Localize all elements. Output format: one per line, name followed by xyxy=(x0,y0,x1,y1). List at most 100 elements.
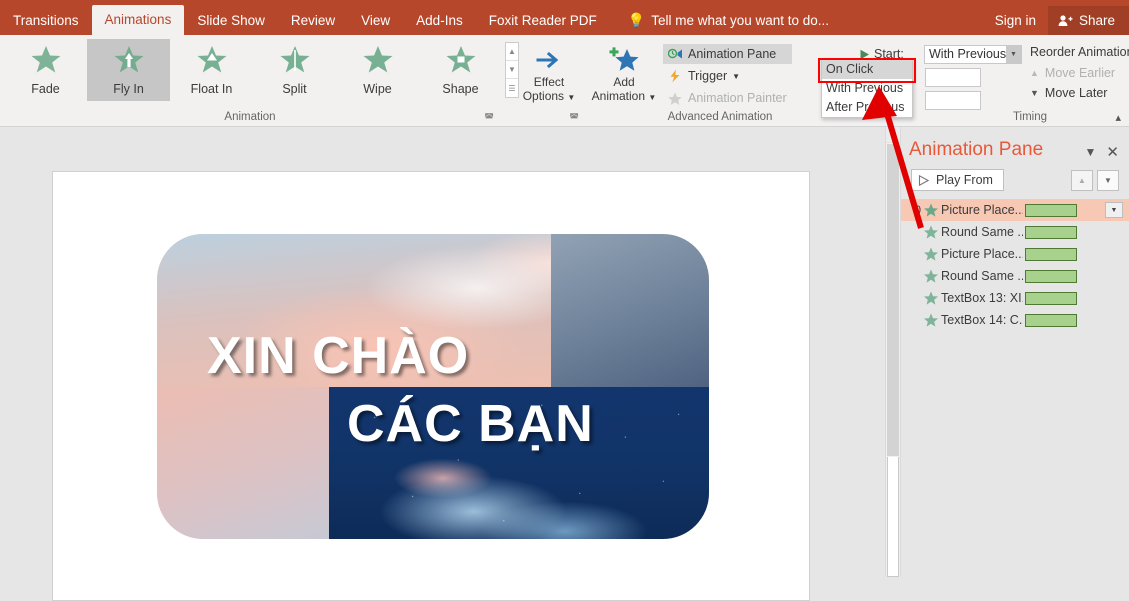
pane-close-icon[interactable]: ✕ xyxy=(1106,143,1119,161)
start-dropdown-menu[interactable]: On Click With Previous After Previous xyxy=(821,59,913,118)
animation-item-chevron-down-icon[interactable]: ▼ xyxy=(1105,202,1123,218)
start-chevron-down-icon[interactable]: ▼ xyxy=(1006,46,1021,63)
animation-wipe[interactable]: Wipe xyxy=(336,39,419,101)
scrollbar-thumb[interactable] xyxy=(887,144,899,456)
effect-options-body: Effect Options ▼ xyxy=(519,35,585,110)
move-up-arrow-button[interactable]: ▲ xyxy=(1071,170,1093,191)
dropdown-option-with-previous[interactable]: With Previous xyxy=(822,79,912,98)
ribbon-tab-bar: Transitions Animations Slide Show Review… xyxy=(0,0,1129,35)
tab-view[interactable]: View xyxy=(348,6,403,35)
animation-item-name: TextBox 14: C... xyxy=(941,313,1023,327)
trigger-chevron-down-icon: ▼ xyxy=(732,72,740,81)
animation-dialog-launcher-icon[interactable]: ◚ xyxy=(484,111,494,126)
animation-fly-in-label: Fly In xyxy=(113,82,144,96)
slide-artwork[interactable]: XIN CHÀO CÁC BẠN xyxy=(157,234,709,539)
play-from-button[interactable]: Play From xyxy=(911,169,1004,191)
animation-fly-in[interactable]: Fly In xyxy=(87,39,170,101)
animation-list-item[interactable]: TextBox 13: XI... xyxy=(901,287,1129,309)
start-value: With Previous xyxy=(929,47,1006,61)
animation-shape[interactable]: Shape xyxy=(419,39,502,101)
animation-list-item[interactable]: Round Same ... xyxy=(901,265,1129,287)
add-animation-line2: Animation ▼ xyxy=(592,89,657,105)
animation-float-in[interactable]: Float In xyxy=(170,39,253,101)
animation-list-item[interactable]: Picture Place... xyxy=(901,243,1129,265)
share-button[interactable]: Share xyxy=(1048,6,1129,35)
move-later-label: Move Later xyxy=(1045,86,1108,100)
animation-painter-icon xyxy=(668,91,683,105)
move-later-down-icon: ▼ xyxy=(1030,88,1039,98)
tab-add-ins[interactable]: Add-Ins xyxy=(403,6,476,35)
tab-review[interactable]: Review xyxy=(278,6,348,35)
move-later-button[interactable]: ▼ Move Later xyxy=(1030,83,1129,103)
slide-vertical-scrollbar[interactable]: ▲ xyxy=(885,127,901,577)
animation-list: 0 Picture Place... ▼ Round Same ... xyxy=(901,199,1129,331)
dropdown-option-after-previous[interactable]: After Previous xyxy=(822,98,912,117)
arrow-right-icon xyxy=(534,45,564,75)
gallery-more-icon[interactable]: ☰ xyxy=(506,79,518,97)
animation-group-label: Animation xyxy=(224,111,275,123)
reorder-animation-block: Reorder Animation ▲ Move Earlier ▼ Move … xyxy=(1022,39,1129,103)
animation-pane-header: Animation Pane ▼ ✕ xyxy=(901,127,1129,161)
animation-item-timing-bar[interactable] xyxy=(1025,314,1077,327)
scroll-up-arrow-icon[interactable]: ▲ xyxy=(886,127,900,143)
play-from-triangle-icon xyxy=(918,175,929,186)
animation-shape-label: Shape xyxy=(442,82,478,96)
star-fade-icon xyxy=(31,45,61,77)
animation-item-timing-bar[interactable] xyxy=(1025,204,1077,217)
delay-spinbox[interactable] xyxy=(925,91,981,110)
play-triangle-icon xyxy=(859,49,870,60)
artwork-text-line2[interactable]: CÁC BẠN xyxy=(347,394,594,454)
gallery-scroll-spinner[interactable]: ▲ ▼ ☰ xyxy=(505,42,519,98)
add-animation-button[interactable]: Add Animation ▼ xyxy=(585,39,663,105)
animation-pane-toolbar: Play From ▲ ▼ xyxy=(901,161,1129,191)
collapse-ribbon-icon[interactable]: ▴ xyxy=(1115,111,1121,124)
animation-pane-button[interactable]: Animation Pane xyxy=(663,44,792,64)
tab-slide-show[interactable]: Slide Show xyxy=(184,6,278,35)
artwork-text-line1[interactable]: XIN CHÀO xyxy=(207,326,469,386)
advanced-animation-group-label: Advanced Animation xyxy=(585,110,855,127)
move-down-arrow-button[interactable]: ▼ xyxy=(1097,170,1119,191)
animation-item-star-icon xyxy=(921,313,941,327)
sign-in-button[interactable]: Sign in xyxy=(983,6,1048,35)
star-shape-icon xyxy=(446,45,476,77)
add-animation-line1: Add xyxy=(613,75,634,89)
move-earlier-label: Move Earlier xyxy=(1045,66,1115,80)
animation-item-index: 0 xyxy=(907,203,921,217)
animation-list-item[interactable]: 0 Picture Place... ▼ xyxy=(901,199,1129,221)
animation-fade[interactable]: Fade xyxy=(4,39,87,101)
artwork-gray-block xyxy=(551,234,709,402)
effect-options-line1: Effect xyxy=(534,75,564,89)
animation-item-timing-bar[interactable] xyxy=(1025,270,1077,283)
animation-pane-title: Animation Pane xyxy=(909,139,1043,161)
effect-dialog-launcher-icon[interactable]: ◚ xyxy=(569,111,579,126)
play-from-label: Play From xyxy=(936,173,993,187)
animation-list-item[interactable]: Round Same ... xyxy=(901,221,1129,243)
ribbon: Fade Fly In xyxy=(0,35,1129,127)
effect-options-button[interactable]: Effect Options ▼ xyxy=(519,39,579,105)
animation-item-timing-bar[interactable] xyxy=(1025,292,1077,305)
animation-group-label-row: Animation ◚ xyxy=(0,110,500,127)
tell-me-box[interactable]: 💡 Tell me what you want to do... xyxy=(628,6,829,35)
duration-spinbox[interactable] xyxy=(925,68,981,87)
animation-painter-button: Animation Painter xyxy=(663,88,792,108)
animation-split[interactable]: Split xyxy=(253,39,336,101)
tab-transitions[interactable]: Transitions xyxy=(0,6,92,35)
tab-animations[interactable]: Animations xyxy=(92,5,185,35)
dropdown-option-on-click[interactable]: On Click xyxy=(822,60,912,79)
start-combobox[interactable]: With Previous ▼ xyxy=(924,45,1022,64)
animation-item-timing-bar[interactable] xyxy=(1025,248,1077,261)
slide-canvas[interactable]: XIN CHÀO CÁC BẠN xyxy=(52,171,810,601)
animation-item-timing-bar[interactable] xyxy=(1025,226,1077,239)
gallery-scroll-down-icon[interactable]: ▼ xyxy=(506,61,518,79)
scrollbar-track-lower[interactable] xyxy=(887,457,899,577)
gallery-scroll-up-icon[interactable]: ▲ xyxy=(506,43,518,61)
animation-item-star-icon xyxy=(921,269,941,283)
add-animation-star-icon xyxy=(607,45,641,75)
animation-list-item[interactable]: TextBox 14: C... xyxy=(901,309,1129,331)
trigger-button[interactable]: Trigger ▼ xyxy=(663,66,792,86)
pane-options-chevron-down-icon[interactable]: ▼ xyxy=(1085,145,1097,159)
ribbon-group-advanced-animation: Add Animation ▼ Animation Pane Tri xyxy=(585,35,855,127)
animation-item-star-icon xyxy=(921,247,941,261)
star-fly-in-icon xyxy=(114,45,144,77)
tab-foxit-reader-pdf[interactable]: Foxit Reader PDF xyxy=(476,6,610,35)
